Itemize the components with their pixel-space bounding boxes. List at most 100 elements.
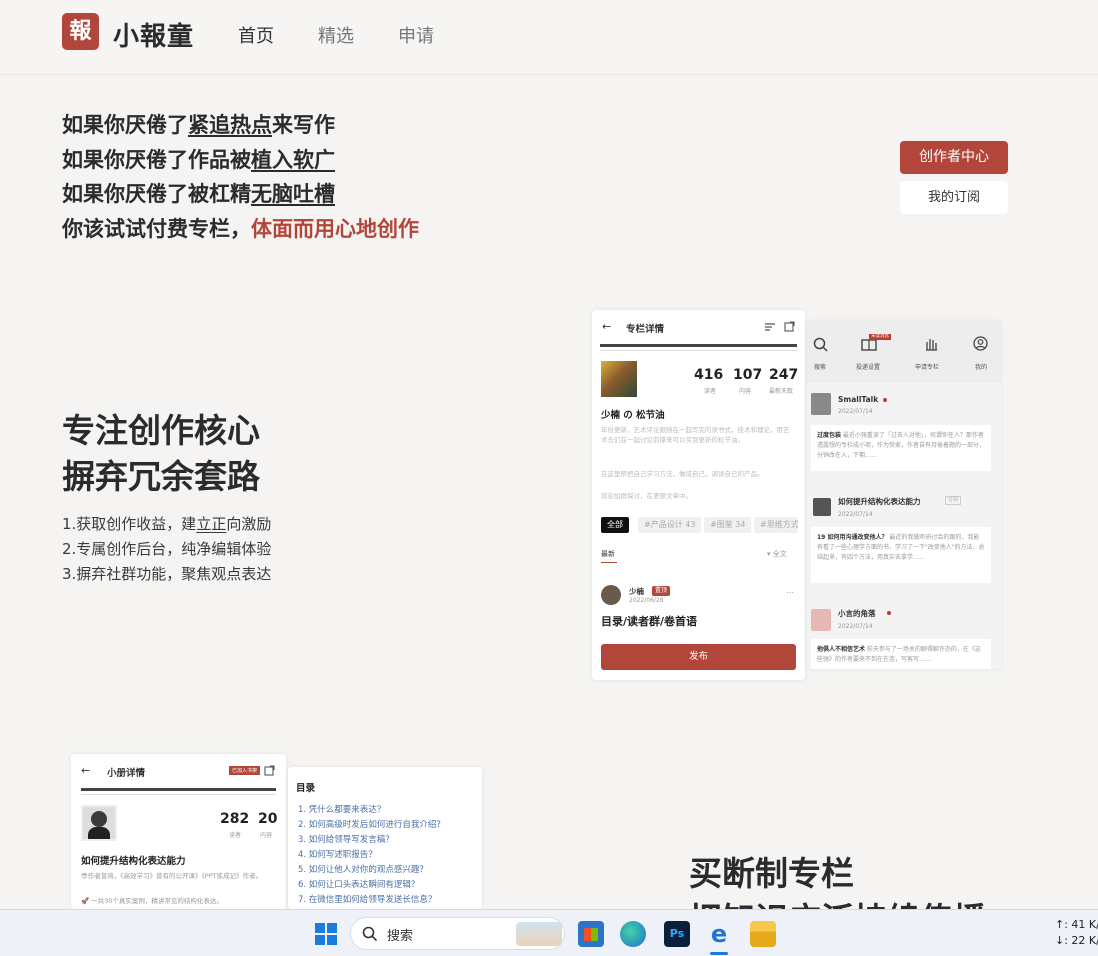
feed-item-date: 2022/07/14	[838, 511, 873, 518]
feed-item-name[interactable]: SmallTalk	[838, 395, 878, 404]
share-icon[interactable]	[264, 765, 275, 776]
booklet-header: 小册详情	[107, 768, 146, 779]
header-divider-thin	[81, 794, 276, 795]
tab-delivery-settings[interactable]: 投递设置	[856, 362, 880, 371]
search-icon	[362, 926, 378, 942]
feed-item-name[interactable]: 小言的角落	[838, 608, 876, 619]
booklet-description: 😎作者曾将，《高效学习》曾有的公开课》《PPT炼成记》作者。	[81, 872, 263, 880]
post-title[interactable]: 目录/读者群/卷首语	[601, 613, 697, 629]
column-description-3: 欢迎加群探讨，在更原文章中。	[601, 492, 692, 500]
back-arrow-icon: ←	[602, 320, 612, 333]
hero-line-3: 如果你厌倦了被杠精无脑吐槽	[62, 182, 335, 206]
feed-item-card[interactable]: 他俱人不相信艺术 前天参与了一场关的聊得聊许办的，在《这些驰》的作者要来不到在在…	[811, 639, 991, 669]
feed-item-name[interactable]: 如何提升结构化表达能力	[838, 496, 921, 507]
feature-list: 1.获取创作收益，建立正向激励 2.专属创作后台，纯净编辑体验 3.摒弃社群功能…	[62, 512, 271, 587]
stat-days-label: 最新天数	[769, 388, 794, 395]
nav-link-home[interactable]: 首页	[238, 22, 274, 48]
booklet-title: 如何提升结构化表达能力	[81, 856, 186, 867]
publish-button[interactable]: 发布	[601, 644, 796, 670]
edge-icon[interactable]	[620, 921, 646, 947]
toc-item[interactable]: 3. 如何给领导写发言稿？	[298, 833, 445, 848]
user-icon[interactable]	[973, 336, 988, 351]
nav-link-apply[interactable]: 申请	[398, 22, 434, 48]
creator-center-button[interactable]: 创作者中心	[900, 141, 1008, 174]
mockup-header: 专栏详情	[626, 324, 665, 335]
top-nav: 報 小報童 首页 精选 申请	[0, 0, 1098, 75]
stat-readers-label: 读者	[704, 388, 717, 395]
tag-thinking[interactable]: #思维方式	[754, 517, 798, 533]
feed-tab-bar	[807, 321, 1001, 383]
more-icon[interactable]: ⋯	[786, 588, 794, 597]
section-title-focus: 专注创作核心 摒弃冗余套路	[62, 411, 260, 496]
windows-start-icon[interactable]	[314, 922, 338, 946]
unread-dot	[883, 398, 887, 402]
filter-all[interactable]: ▾ 全文	[767, 549, 787, 559]
column-detail-mockup: ← 专栏详情 416 读者 107 内容 247 最新天数 少楠 の 松节油 年…	[592, 310, 805, 680]
corner-avatar	[811, 609, 831, 631]
net-upload: ↑: 41 K/	[1055, 918, 1098, 931]
hero-text: 如果你厌倦了紧追热点来写作 如果你厌倦了作品被植入软广 如果你厌倦了被杠精无脑吐…	[62, 108, 419, 246]
stat-content-value: 20	[258, 811, 278, 827]
store-icon[interactable]	[578, 921, 604, 947]
feature-item: 3.摒弃社群功能，聚焦观点表达	[62, 565, 272, 583]
bookshelf-badge: 已加入书架	[229, 766, 261, 775]
column-description: 年份更新，艺术评论跟随在一起写完的读书式，技术和理论，用艺术去们在一起讨论前撑来…	[601, 426, 790, 444]
tag-product-design[interactable]: #产品设计 43	[638, 517, 702, 533]
tab-apply-column[interactable]: 申请专栏	[915, 362, 939, 371]
header-divider	[600, 344, 797, 347]
column-description-2: 在这里帮把自己学习方法，做成自己，调读自己的产品。	[601, 470, 764, 478]
search-placeholder: 搜索	[387, 929, 414, 944]
stat-content-label: 内容	[739, 388, 752, 395]
filter-underline	[601, 562, 617, 563]
nav-link-featured[interactable]: 精选	[318, 22, 354, 48]
unread-badge: 未读消息	[869, 334, 891, 340]
filter-latest[interactable]: 最新	[601, 549, 615, 559]
active-indicator	[710, 952, 728, 955]
filter-icon	[765, 323, 775, 331]
search-highlight-image	[516, 922, 562, 946]
tag-all[interactable]: 全部	[601, 517, 629, 533]
hero-line-1: 如果你厌倦了紧追热点来写作	[62, 113, 335, 137]
feature-item: 1.获取创作收益，建立正向激励	[62, 515, 272, 533]
pinned-badge: 置顶	[652, 586, 671, 596]
feed-item-card[interactable]: 19 如何用沟通改变他人？ 最近的我做听研讨会的跟的，我能有看了一些心理学方面的…	[811, 527, 991, 583]
toc-item[interactable]: 5. 如何让他人对你的观点感兴趣？	[298, 863, 445, 878]
tab-search[interactable]: 搜索	[814, 362, 826, 371]
feed-mockup: 搜索 未读消息 投递设置 申请专栏 我的 SmallTalk 2022/07/1…	[807, 321, 1001, 669]
ie-icon[interactable]: e	[706, 921, 732, 947]
subscribe-badge: 订阅	[945, 496, 962, 505]
feature-item: 2.专属创作后台，纯净编辑体验	[62, 540, 272, 558]
toc-item[interactable]: 7. 在微信里如何给领导发送长信息？	[298, 893, 445, 908]
toc-mockup: 目录 1. 凭什么都要来表达？ 2. 如何高级时发后如何进行自我介绍？ 3. 如…	[288, 767, 482, 909]
toc-item[interactable]: 4. 如何写述职报告？	[298, 848, 445, 863]
header-divider	[81, 788, 276, 791]
net-download: ↓: 22 K/	[1055, 934, 1098, 947]
booklet-detail-mockup: ← 小册详情 已加入书架 282 读者 20 内容 如何提升结构化表达能力 😎作…	[71, 754, 286, 909]
tab-me[interactable]: 我的	[975, 362, 987, 371]
search-icon[interactable]	[813, 337, 828, 352]
author-photo	[81, 805, 117, 841]
stat-readers-label: 读者	[229, 832, 242, 839]
post-date: 2022/06/28	[629, 597, 664, 604]
column-cover-image	[601, 361, 637, 397]
tag-illustration[interactable]: #图鉴 34	[704, 517, 752, 533]
logo-text[interactable]: 小報童	[113, 16, 194, 53]
photoshop-icon[interactable]: Ps	[664, 921, 690, 947]
toc-item[interactable]: 1. 凭什么都要来表达？	[298, 803, 445, 818]
back-arrow-icon: ←	[81, 764, 91, 777]
unread-dot	[887, 611, 891, 615]
feed-item-date: 2022/07/14	[838, 408, 873, 415]
smalltalk-avatar	[811, 393, 831, 415]
share-icon	[784, 321, 795, 332]
booklet-description-2: 🚀 一共30个真实案例，精讲常见的结构化表达。	[81, 897, 223, 905]
my-subscriptions-button[interactable]: 我的订阅	[900, 181, 1008, 214]
logo-mark[interactable]: 報	[62, 13, 99, 50]
post-author: 少楠	[629, 587, 644, 596]
taskbar-search[interactable]: 搜索	[350, 917, 565, 950]
toc-item[interactable]: 6. 如何让口头表达瞬间有逻辑？	[298, 878, 445, 893]
feed-item-card[interactable]: 过度包装 最近小强重读了「过去人对他」，何谓你任人？那作者透露想的专栏成小项，作…	[811, 425, 991, 471]
folder-icon[interactable]	[750, 921, 776, 947]
stat-readers-value: 416	[694, 367, 724, 383]
hand-icon[interactable]	[923, 336, 938, 352]
toc-item[interactable]: 2. 如何高级时发后如何进行自我介绍？	[298, 818, 445, 833]
